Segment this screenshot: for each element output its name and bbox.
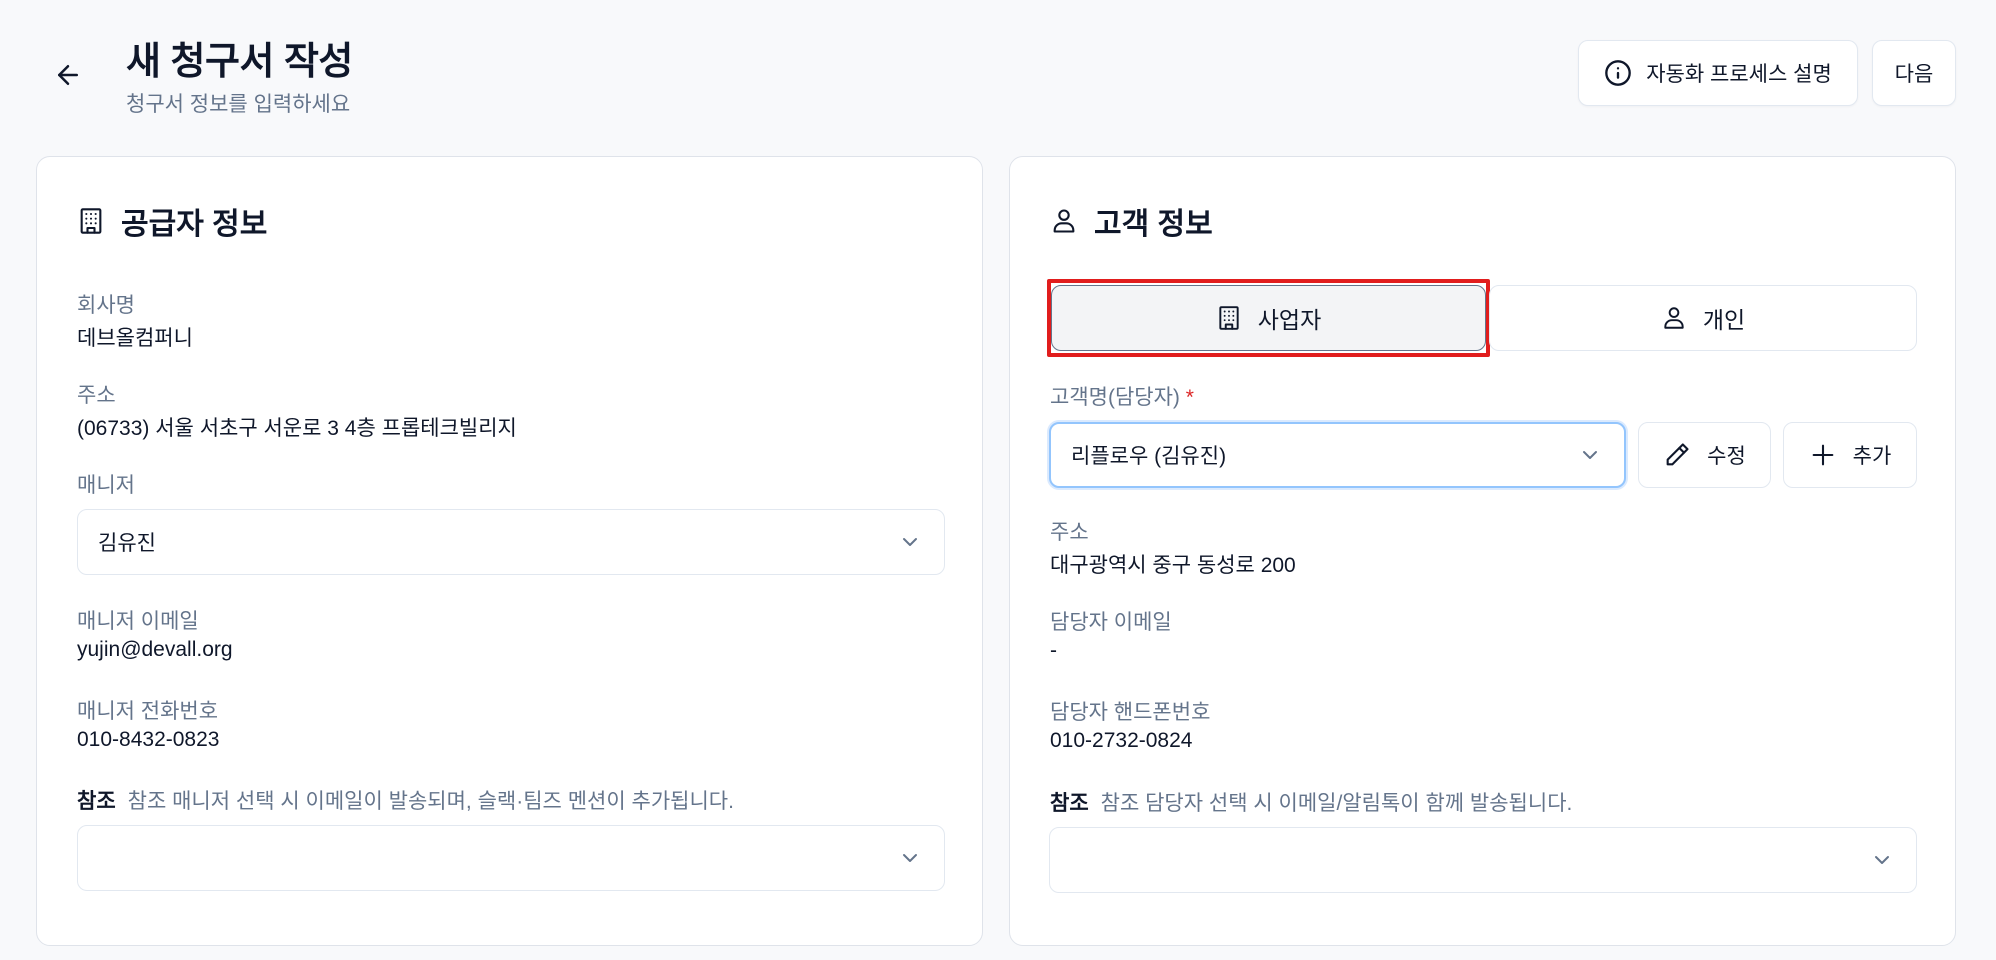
supplier-ref-strong: 참조 xyxy=(77,790,116,813)
supplier-ref-select[interactable] xyxy=(77,825,945,891)
next-label: 다음 xyxy=(1894,63,1934,86)
user-icon xyxy=(1053,209,1075,233)
supplier-card: 공급자 정보 회사명 데브올컴퍼니 주소 (06733) 서울 서초구 서운로 … xyxy=(36,156,983,946)
next-button[interactable]: 다음 xyxy=(1872,40,1956,106)
building-icon xyxy=(80,208,102,234)
customer-name-label-text: 고객명(담당자) xyxy=(1050,386,1180,409)
automation-help-label: 자동화 프로세스 설명 xyxy=(1646,63,1832,86)
chevron-down-icon xyxy=(903,854,917,862)
supplier-address-value: (06733) 서울 서초구 서운로 3 4층 프롭테크빌리지 xyxy=(77,417,517,440)
user-icon xyxy=(1664,307,1684,329)
customer-email-value: - xyxy=(1050,639,1057,662)
customer-ref-note: 참조 참조 담당자 선택 시 이메일/알림톡이 함께 발송됩니다. xyxy=(1050,787,1572,817)
manager-select-value: 김유진 xyxy=(98,532,156,555)
edit-label: 수정 xyxy=(1707,445,1746,468)
company-value: 데브올컴퍼니 xyxy=(77,327,193,350)
building-icon xyxy=(1219,306,1239,330)
customer-phone-value: 010-2732-0824 xyxy=(1050,729,1193,752)
supplier-ref-text: 참조 매니저 선택 시 이메일이 발송되며, 슬랙·팀즈 멘션이 추가됩니다. xyxy=(127,790,734,813)
plus-icon xyxy=(1812,444,1834,466)
chevron-down-icon xyxy=(1875,856,1889,864)
customer-address-label: 주소 xyxy=(1050,521,1089,544)
customer-name-label: 고객명(담당자) * xyxy=(1050,381,1194,411)
supplier-ref-note: 참조 참조 매니저 선택 시 이메일이 발송되며, 슬랙·팀즈 멘션이 추가됩니… xyxy=(77,785,734,815)
supplier-address-label: 주소 xyxy=(77,384,116,407)
company-label: 회사명 xyxy=(77,294,135,317)
customer-type-individual-label: 개인 xyxy=(1702,307,1746,333)
page-title: 새 청구서 작성 xyxy=(126,41,353,83)
manager-phone-label: 매니저 전화번호 xyxy=(77,700,219,723)
customer-name-select[interactable]: 리플로우 (김유진) xyxy=(1049,422,1626,488)
pencil-icon xyxy=(1666,443,1689,466)
required-mark: * xyxy=(1185,386,1194,409)
chevron-down-icon xyxy=(903,538,917,546)
manager-phone-value: 010-8432-0823 xyxy=(77,728,220,751)
chevron-down-icon xyxy=(1583,451,1597,459)
customer-name-value: 리플로우 (김유진) xyxy=(1071,445,1227,468)
customer-ref-strong: 참조 xyxy=(1050,792,1089,815)
customer-type-business[interactable]: 사업자 xyxy=(1051,285,1486,351)
customer-address-value: 대구광역시 중구 동성로 200 xyxy=(1050,554,1296,577)
customer-type-business-label: 사업자 xyxy=(1257,307,1322,333)
add-label: 추가 xyxy=(1852,445,1892,468)
manager-label: 매니저 xyxy=(77,474,135,497)
arrow-left-icon xyxy=(58,65,78,85)
customer-ref-select[interactable] xyxy=(1049,827,1917,893)
page-subtitle: 청구서 정보를 입력하세요 xyxy=(126,93,351,116)
info-circle-icon xyxy=(1605,60,1632,86)
customer-title: 고객 정보 xyxy=(1050,199,1213,243)
add-customer-button[interactable]: 추가 xyxy=(1783,422,1917,488)
customer-title-text: 고객 정보 xyxy=(1094,208,1213,241)
edit-customer-button[interactable]: 수정 xyxy=(1638,422,1771,488)
manager-email-value: yujin@devall.org xyxy=(77,638,233,661)
back-button[interactable] xyxy=(46,53,90,97)
manager-email-label: 매니저 이메일 xyxy=(77,610,199,633)
manager-select[interactable]: 김유진 xyxy=(77,509,945,575)
customer-phone-label: 담당자 핸드폰번호 xyxy=(1050,701,1211,724)
supplier-title: 공급자 정보 xyxy=(77,199,267,243)
supplier-title-text: 공급자 정보 xyxy=(121,208,268,241)
customer-type-individual[interactable]: 개인 xyxy=(1489,285,1917,351)
automation-help-button[interactable]: 자동화 프로세스 설명 xyxy=(1578,40,1858,106)
customer-card: 고객 정보 사업자 개인 고객명(담당자) * 리플로우 (김유진) 수정 추가… xyxy=(1009,156,1956,946)
customer-ref-text: 참조 담당자 선택 시 이메일/알림톡이 함께 발송됩니다. xyxy=(1100,792,1573,815)
customer-email-label: 담당자 이메일 xyxy=(1050,611,1172,634)
